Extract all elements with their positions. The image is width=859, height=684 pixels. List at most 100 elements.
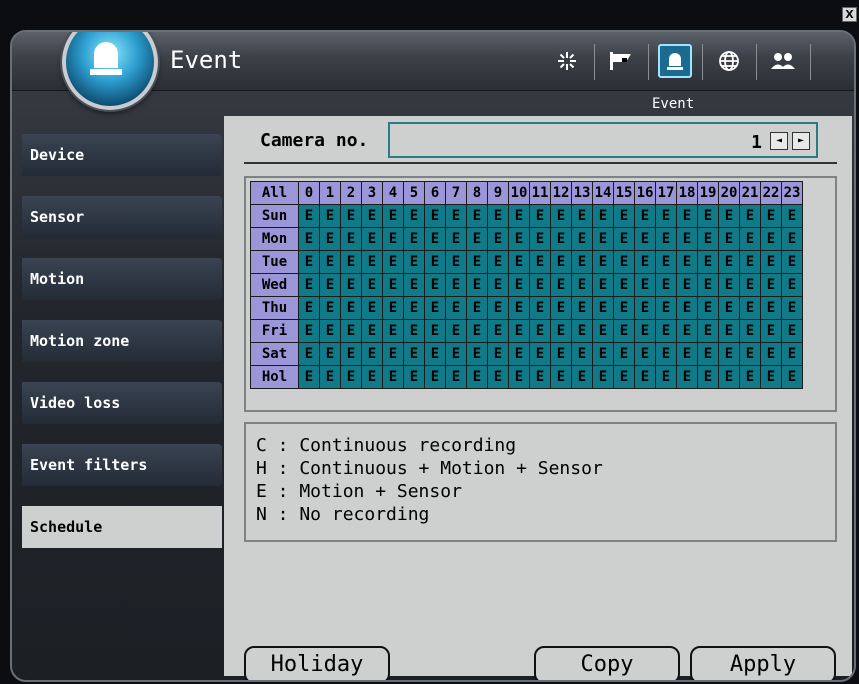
schedule-cell[interactable]: E [382, 273, 404, 297]
schedule-cell[interactable]: E [508, 365, 530, 389]
schedule-cell[interactable]: E [718, 296, 740, 320]
schedule-cell[interactable]: E [550, 273, 572, 297]
schedule-cell[interactable]: E [760, 273, 782, 297]
schedule-cell[interactable]: E [781, 250, 803, 274]
schedule-cell[interactable]: E [340, 273, 362, 297]
hour-header-cell[interactable]: 2 [340, 181, 362, 205]
day-label-cell[interactable]: Thu [250, 296, 299, 320]
schedule-cell[interactable]: E [592, 204, 614, 228]
schedule-cell[interactable]: E [466, 296, 488, 320]
schedule-cell[interactable]: E [340, 227, 362, 251]
schedule-cell[interactable]: E [403, 365, 425, 389]
schedule-cell[interactable]: E [466, 273, 488, 297]
schedule-cell[interactable]: E [319, 250, 341, 274]
schedule-cell[interactable]: E [445, 204, 467, 228]
schedule-cell[interactable]: E [319, 204, 341, 228]
schedule-cell[interactable]: E [739, 227, 761, 251]
schedule-cell[interactable]: E [739, 250, 761, 274]
schedule-cell[interactable]: E [613, 296, 635, 320]
schedule-cell[interactable]: E [298, 227, 320, 251]
schedule-cell[interactable]: E [571, 250, 593, 274]
schedule-cell[interactable]: E [445, 319, 467, 343]
schedule-cell[interactable]: E [424, 365, 446, 389]
schedule-cell[interactable]: E [781, 273, 803, 297]
schedule-cell[interactable]: E [382, 204, 404, 228]
schedule-cell[interactable]: E [319, 319, 341, 343]
schedule-cell[interactable]: E [634, 365, 656, 389]
schedule-cell[interactable]: E [550, 250, 572, 274]
network-icon[interactable] [712, 44, 746, 78]
schedule-cell[interactable]: E [739, 204, 761, 228]
schedule-cell[interactable]: E [634, 227, 656, 251]
schedule-cell[interactable]: E [403, 342, 425, 366]
schedule-cell[interactable]: E [550, 227, 572, 251]
day-label-cell[interactable]: Hol [250, 365, 299, 389]
schedule-cell[interactable]: E [319, 365, 341, 389]
schedule-cell[interactable]: E [340, 296, 362, 320]
hour-header-cell[interactable]: 18 [676, 181, 698, 205]
schedule-cell[interactable]: E [382, 227, 404, 251]
schedule-cell[interactable]: E [361, 204, 383, 228]
schedule-cell[interactable]: E [466, 319, 488, 343]
schedule-cell[interactable]: E [718, 342, 740, 366]
schedule-cell[interactable]: E [592, 365, 614, 389]
schedule-cell[interactable]: E [571, 342, 593, 366]
schedule-cell[interactable]: E [403, 204, 425, 228]
schedule-cell[interactable]: E [613, 365, 635, 389]
schedule-cell[interactable]: E [529, 296, 551, 320]
hour-header-cell[interactable]: 22 [760, 181, 782, 205]
schedule-cell[interactable]: E [424, 250, 446, 274]
hour-header-cell[interactable]: 20 [718, 181, 740, 205]
schedule-cell[interactable]: E [676, 204, 698, 228]
schedule-cell[interactable]: E [781, 319, 803, 343]
schedule-cell[interactable]: E [340, 250, 362, 274]
schedule-cell[interactable]: E [571, 365, 593, 389]
schedule-cell[interactable]: E [361, 296, 383, 320]
schedule-cell[interactable]: E [487, 227, 509, 251]
schedule-cell[interactable]: E [298, 250, 320, 274]
schedule-cell[interactable]: E [781, 365, 803, 389]
schedule-cell[interactable]: E [697, 342, 719, 366]
schedule-cell[interactable]: E [760, 365, 782, 389]
schedule-cell[interactable]: E [676, 365, 698, 389]
schedule-cell[interactable]: E [676, 296, 698, 320]
schedule-cell[interactable]: E [613, 319, 635, 343]
schedule-cell[interactable]: E [340, 204, 362, 228]
schedule-cell[interactable]: E [739, 342, 761, 366]
day-label-cell[interactable]: Tue [250, 250, 299, 274]
alarm-icon[interactable] [658, 44, 692, 78]
schedule-cell[interactable]: E [718, 273, 740, 297]
schedule-cell[interactable]: E [739, 296, 761, 320]
hour-header-cell[interactable]: 6 [424, 181, 446, 205]
schedule-cell[interactable]: E [571, 296, 593, 320]
schedule-cell[interactable]: E [676, 319, 698, 343]
schedule-cell[interactable]: E [403, 296, 425, 320]
hour-header-cell[interactable]: 10 [508, 181, 530, 205]
schedule-cell[interactable]: E [655, 296, 677, 320]
schedule-cell[interactable]: E [781, 342, 803, 366]
hour-header-cell[interactable]: 8 [466, 181, 488, 205]
schedule-cell[interactable]: E [298, 204, 320, 228]
schedule-cell[interactable]: E [487, 296, 509, 320]
schedule-cell[interactable]: E [592, 250, 614, 274]
holiday-button[interactable]: Holiday [244, 646, 390, 680]
sidebar-item-device[interactable]: Device [22, 134, 222, 176]
schedule-cell[interactable]: E [487, 342, 509, 366]
schedule-cell[interactable]: E [403, 273, 425, 297]
schedule-cell[interactable]: E [571, 227, 593, 251]
schedule-cell[interactable]: E [340, 342, 362, 366]
schedule-cell[interactable]: E [760, 250, 782, 274]
schedule-cell[interactable]: E [592, 227, 614, 251]
schedule-cell[interactable]: E [739, 365, 761, 389]
schedule-cell[interactable]: E [676, 342, 698, 366]
schedule-cell[interactable]: E [403, 250, 425, 274]
camera-selector[interactable]: 1 ◄ ► [388, 122, 818, 158]
schedule-cell[interactable]: E [550, 319, 572, 343]
schedule-cell[interactable]: E [529, 342, 551, 366]
sidebar-item-motion[interactable]: Motion [22, 258, 222, 300]
schedule-cell[interactable]: E [319, 342, 341, 366]
schedule-cell[interactable]: E [676, 273, 698, 297]
schedule-cell[interactable]: E [655, 250, 677, 274]
schedule-cell[interactable]: E [529, 250, 551, 274]
schedule-cell[interactable]: E [361, 250, 383, 274]
